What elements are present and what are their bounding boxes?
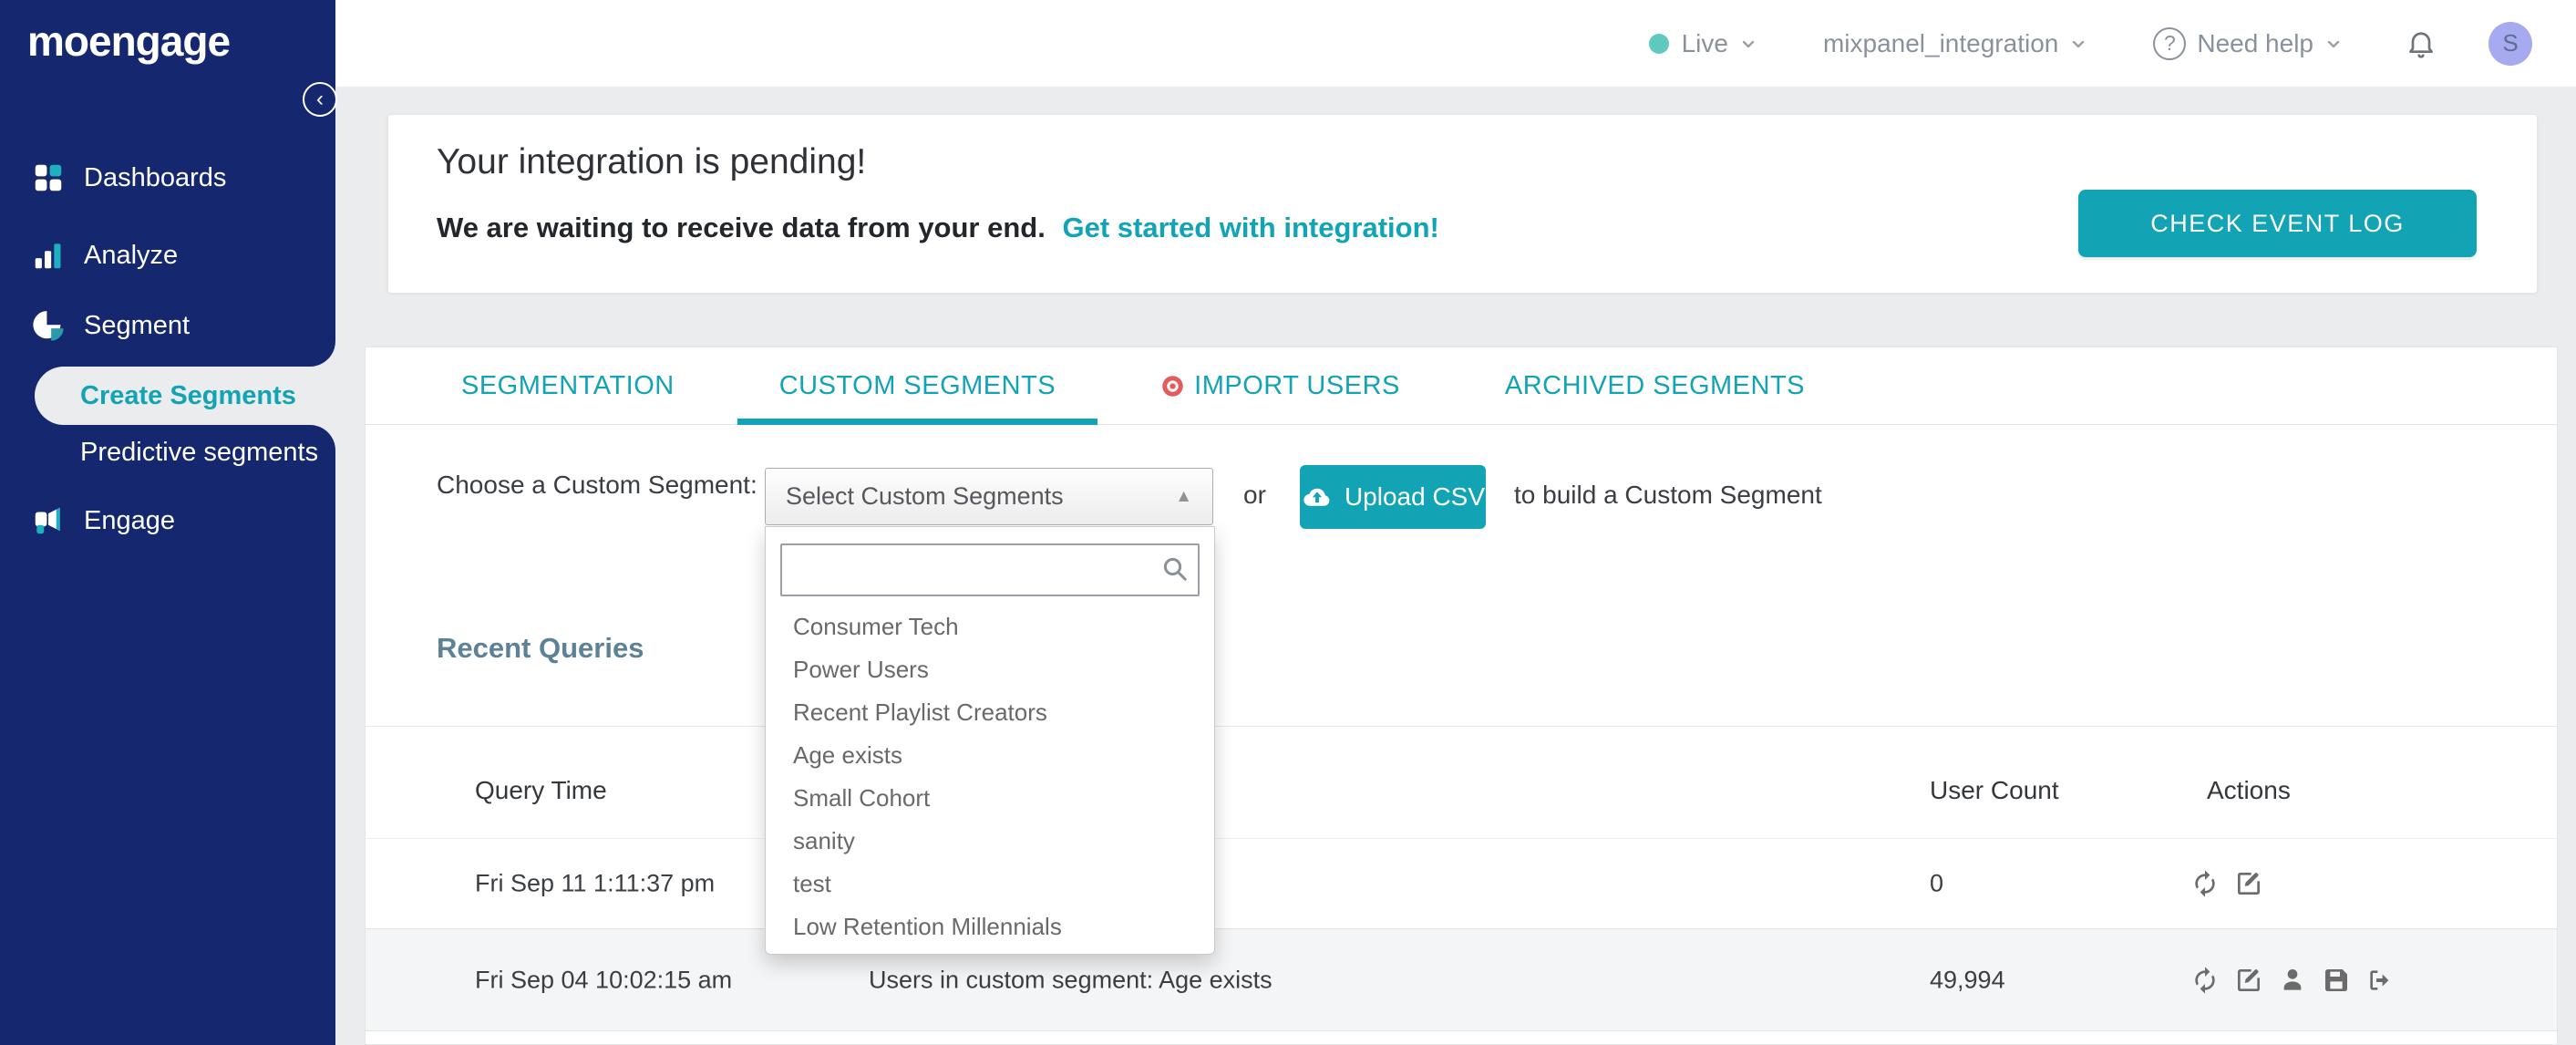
import-users-record-icon	[1162, 375, 1183, 397]
dropdown-search	[780, 543, 1200, 596]
edit-icon[interactable]	[2234, 869, 2263, 898]
search-input[interactable]	[780, 543, 1200, 596]
recent-queries-heading: Recent Queries	[437, 632, 644, 664]
environment-label: Live	[1681, 28, 1728, 57]
segments-panel: SEGMENTATION CUSTOM SEGMENTS IMPORT USER…	[365, 347, 2558, 1045]
sidebar-item-segment[interactable]: Segment	[0, 300, 335, 351]
table-row: Fri Sep 11 1:11:37 pm 0	[366, 839, 2557, 928]
dashboards-grid-icon	[31, 160, 66, 195]
integration-pending-banner: Your integration is pending! We are wait…	[387, 114, 2538, 294]
user-avatar[interactable]: S	[2488, 21, 2532, 66]
section-divider	[366, 726, 2557, 727]
select-value: Select Custom Segments	[786, 482, 1064, 510]
upload-csv-button[interactable]: Upload CSV	[1300, 465, 1486, 529]
pill-corner-top	[310, 341, 335, 367]
dropdown-option[interactable]: Small Cohort	[766, 777, 1214, 820]
avatar-initial: S	[2502, 29, 2519, 57]
sidebar-item-create-segments[interactable]: Create Segments	[35, 367, 335, 425]
user-count-cell: 0	[1930, 869, 1944, 897]
help-menu[interactable]: ? Need help	[2153, 26, 2344, 60]
analyze-barchart-icon	[31, 238, 66, 273]
table-row: Fri Sep 04 10:02:15 am Users in custom s…	[366, 928, 2557, 1031]
query-time-cell: Fri Sep 11 1:11:37 pm	[475, 869, 716, 897]
sidebar-item-predictive-segments[interactable]: Predictive segments	[0, 427, 335, 478]
tab-archived-segments[interactable]: ARCHIVED SEGMENTS	[1505, 347, 1805, 424]
banner-title: Your integration is pending!	[437, 142, 867, 181]
query-time-cell: Fri Sep 04 10:02:15 am	[475, 966, 733, 993]
chevron-down-icon	[2073, 40, 2085, 47]
dropdown-option[interactable]: Age exists	[766, 734, 1214, 777]
sidebar-item-engage[interactable]: Engage	[0, 495, 335, 546]
project-name: mixpanel_integration	[1822, 28, 2059, 57]
caret-up-icon: ▲	[1175, 486, 1192, 506]
column-header-actions: Actions	[2207, 776, 2291, 804]
sidebar: moengage ‹ Dashboards Analyze Segment Cr…	[0, 0, 337, 1045]
chevron-down-icon	[2327, 40, 2340, 47]
project-switcher[interactable]: mixpanel_integration	[1823, 29, 2089, 58]
sidebar-item-analyze[interactable]: Analyze	[0, 230, 335, 281]
refresh-icon[interactable]	[2190, 966, 2220, 995]
upload-csv-label: Upload CSV	[1344, 482, 1486, 511]
search-icon	[1163, 557, 1187, 581]
topbar: Live mixpanel_integration ? Need help S	[335, 0, 2576, 87]
user-count-cell: 49,994	[1930, 966, 2005, 993]
tab-segmentation[interactable]: SEGMENTATION	[461, 347, 675, 424]
check-event-log-button[interactable]: CHECK EVENT LOG	[2078, 190, 2477, 257]
dropdown-option[interactable]: Recent Playlist Creators	[766, 691, 1214, 734]
sidebar-item-label: Predictive segments	[80, 437, 319, 467]
sidebar-collapse-button[interactable]: ‹	[303, 82, 337, 117]
user-icon[interactable]	[2278, 966, 2307, 995]
help-label: Need help	[2197, 28, 2313, 57]
segment-tabs: SEGMENTATION CUSTOM SEGMENTS IMPORT USER…	[366, 347, 2557, 425]
export-icon[interactable]	[2365, 966, 2395, 995]
tab-label: IMPORT USERS	[1194, 370, 1400, 400]
banner-subtitle-text: We are waiting to receive data from your…	[437, 212, 1046, 243]
tab-custom-segments[interactable]: CUSTOM SEGMENTS	[737, 347, 1098, 425]
engage-megaphone-icon	[31, 503, 66, 538]
choose-segment-label: Choose a Custom Segment:	[437, 471, 757, 499]
dropdown-option[interactable]: sanity	[766, 820, 1214, 863]
notifications-bell-icon[interactable]	[2405, 27, 2437, 60]
sidebar-item-label: Dashboards	[84, 162, 227, 192]
custom-segment-select[interactable]: Select Custom Segments ▲	[765, 468, 1213, 525]
segment-piechart-icon	[31, 308, 66, 343]
dropdown-option[interactable]: Power Users	[766, 648, 1214, 691]
sidebar-item-label: Create Segments	[80, 380, 296, 410]
custom-segment-dropdown: Consumer Tech Power Users Recent Playlis…	[765, 526, 1215, 955]
save-icon[interactable]	[2322, 966, 2351, 995]
tab-label: ARCHIVED SEGMENTS	[1504, 370, 1806, 400]
app-root: moengage ‹ Dashboards Analyze Segment Cr…	[0, 0, 2576, 1045]
tab-label: CUSTOM SEGMENTS	[778, 370, 1056, 400]
dropdown-option[interactable]: test	[766, 863, 1214, 905]
or-text: or	[1243, 481, 1266, 509]
dropdown-option[interactable]: Low Retention Millennials	[766, 905, 1214, 948]
column-header-query-time: Query Time	[475, 776, 607, 804]
chevron-down-icon	[1742, 40, 1755, 47]
row-actions	[2190, 869, 2263, 898]
sidebar-item-dashboards[interactable]: Dashboards	[0, 152, 335, 203]
query-cell: Users in custom segment: Age exists	[869, 966, 1273, 993]
environment-switcher[interactable]: Live	[1648, 28, 1759, 58]
tab-label: SEGMENTATION	[461, 370, 675, 400]
column-header-user-count: User Count	[1930, 776, 2059, 804]
sidebar-item-label: Analyze	[84, 240, 179, 270]
build-segment-text: to build a Custom Segment	[1514, 481, 1822, 509]
refresh-icon[interactable]	[2190, 869, 2220, 898]
tab-import-users[interactable]: IMPORT USERS	[1160, 347, 1400, 424]
edit-icon[interactable]	[2234, 966, 2263, 995]
dropdown-option[interactable]: Consumer Tech	[766, 605, 1214, 648]
sidebar-item-label: Segment	[84, 310, 191, 340]
sidebar-item-label: Engage	[84, 505, 175, 535]
live-status-dot	[1648, 33, 1669, 54]
banner-subtitle: We are waiting to receive data from your…	[437, 212, 1439, 244]
cloud-upload-icon	[1303, 488, 1330, 506]
moengage-logo: moengage	[27, 17, 231, 65]
row-actions	[2190, 966, 2395, 995]
get-started-link[interactable]: Get started with integration!	[1062, 212, 1438, 243]
question-circle-icon: ?	[2153, 26, 2187, 60]
